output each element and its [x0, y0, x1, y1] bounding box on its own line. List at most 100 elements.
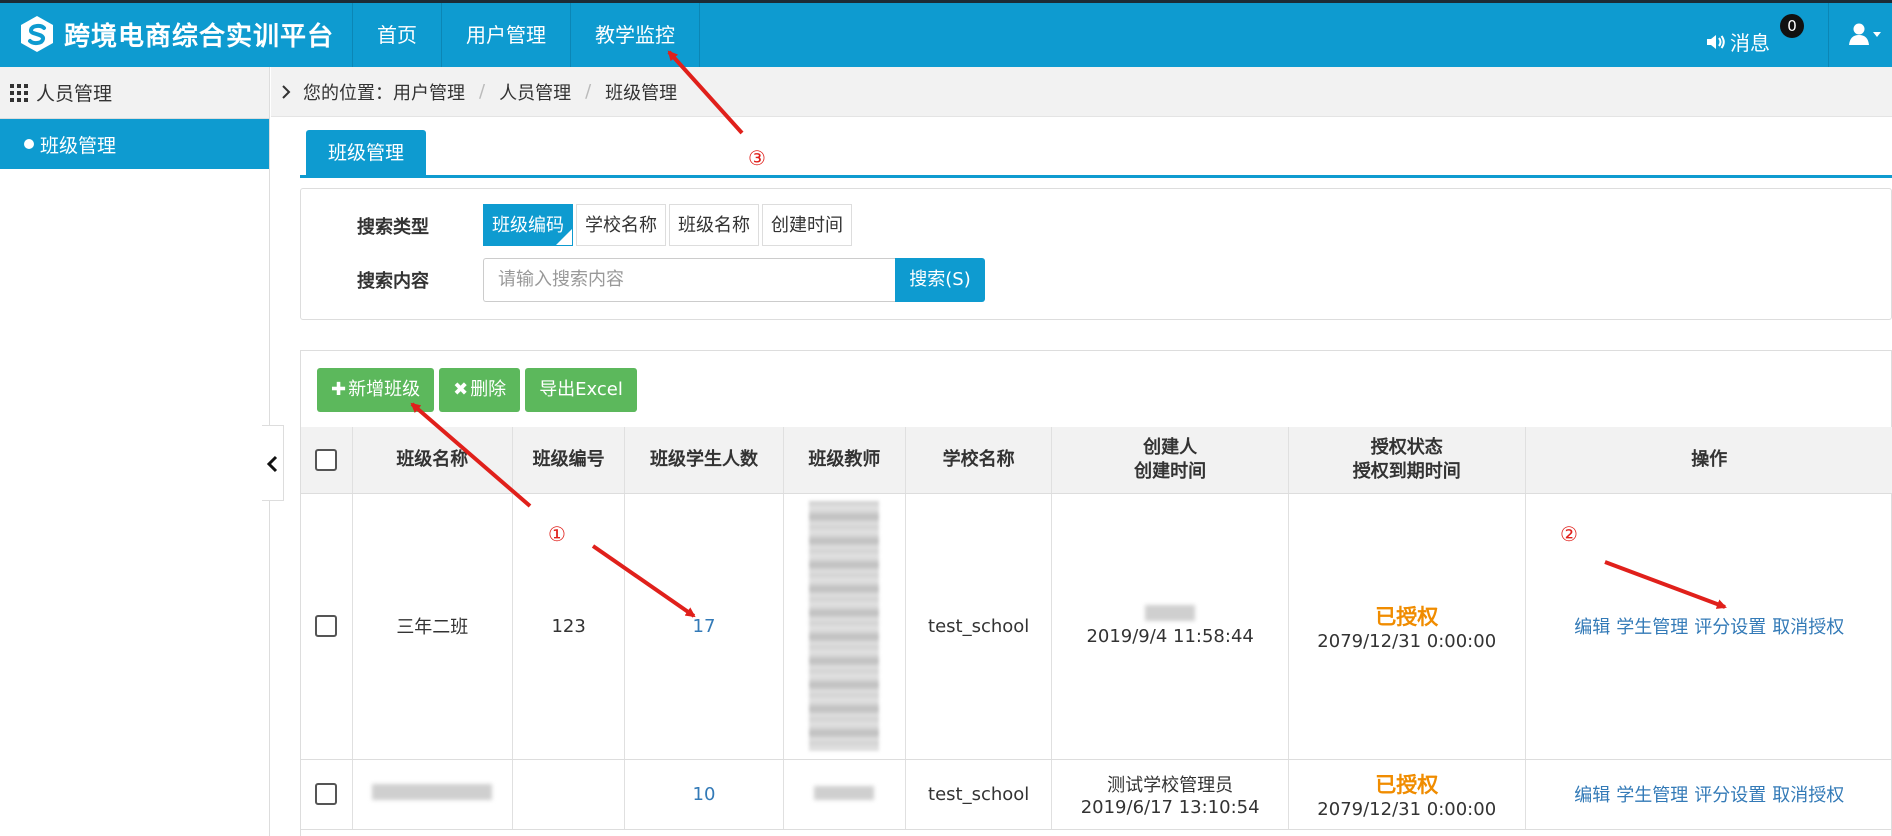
export-excel-button[interactable]: 导出Excel	[525, 368, 637, 412]
breadcrumb-item[interactable]: 用户管理	[393, 79, 465, 105]
cell-student-count: 10	[624, 759, 784, 830]
bullet-icon	[24, 139, 34, 149]
messages-button[interactable]: 消息	[1706, 27, 1770, 56]
col-expire-label: 授权到期时间	[1352, 460, 1461, 482]
annotation-marker-3: ③	[748, 146, 766, 170]
cell-school: test_school	[904, 759, 1052, 830]
col-teacher[interactable]: 班级教师	[782, 427, 906, 494]
student-management-link[interactable]: 学生管理	[1616, 617, 1688, 638]
search-type-class-code[interactable]: 班级编码	[483, 204, 573, 246]
toolbar: ✚ 新增班级 ✖ 删除 导出Excel	[317, 368, 642, 412]
table-row: 三年二班 123 17 test_school 2019/9/4 11:58:4…	[301, 493, 1892, 760]
revoke-auth-link[interactable]: 取消授权	[1772, 785, 1844, 806]
sidebar-title: 人员管理	[36, 83, 113, 105]
cell-teacher	[782, 759, 906, 830]
logo-text: 跨境电商综合实训平台	[64, 21, 335, 52]
add-class-button[interactable]: ✚ 新增班级	[317, 368, 435, 412]
score-settings-link[interactable]: 评分设置	[1694, 617, 1766, 638]
user-icon	[1849, 23, 1881, 45]
cell-ops: 编辑 学生管理 评分设置 取消授权	[1524, 759, 1892, 830]
col-student-count[interactable]: 班级学生人数	[624, 427, 784, 494]
search-button[interactable]: 搜索(S)	[895, 258, 985, 302]
auth-expire: 2079/12/31 0:00:00	[1317, 798, 1497, 820]
class-table: 班级名称 班级编号 班级学生人数 班级教师 学校名称 创建人 创建时间 授权状态…	[301, 427, 1892, 830]
edit-link[interactable]: 编辑	[1574, 785, 1610, 806]
creator-name: 测试学校管理员	[1107, 774, 1234, 796]
breadcrumb-item-current: 班级管理	[605, 82, 678, 104]
auth-status: 已授权	[1375, 604, 1439, 629]
annotation-marker-2: ②	[1560, 522, 1578, 546]
messages-count-badge: 0	[1780, 14, 1804, 38]
breadcrumb-item[interactable]: 人员管理	[499, 79, 571, 105]
add-class-label: 新增班级	[348, 379, 421, 400]
breadcrumb-separator: /	[585, 81, 592, 102]
cell-class-name: 三年二班	[351, 493, 513, 760]
sidebar-item-label: 班级管理	[40, 134, 117, 157]
main-nav: 首页 用户管理 教学监控	[352, 3, 700, 67]
tab-class-management[interactable]: 班级管理	[306, 130, 426, 175]
close-icon: ✖	[453, 379, 469, 400]
edit-link[interactable]: 编辑	[1574, 617, 1610, 638]
col-class-code[interactable]: 班级编号	[512, 427, 625, 494]
revoke-auth-link[interactable]: 取消授权	[1772, 617, 1844, 638]
breadcrumb-prefix: 您的位置：	[303, 82, 393, 104]
user-menu[interactable]	[1828, 3, 1892, 67]
search-type-school-name[interactable]: 学校名称	[576, 204, 666, 246]
col-creator-label: 创建人	[1143, 436, 1198, 458]
search-input[interactable]: 请输入搜索内容	[483, 258, 895, 302]
row-checkbox[interactable]	[315, 783, 338, 805]
search-content-label: 搜索内容	[357, 271, 429, 292]
select-all-checkbox[interactable]	[315, 448, 338, 471]
sidebar-collapse-toggle[interactable]	[262, 425, 284, 501]
redacted-creator	[1145, 605, 1196, 621]
auth-status: 已授权	[1375, 772, 1439, 797]
messages-label: 消息	[1730, 31, 1770, 55]
col-created-label: 创建时间	[1134, 460, 1207, 482]
col-class-name[interactable]: 班级名称	[351, 427, 513, 494]
nav-teaching-monitor[interactable]: 教学监控	[571, 3, 700, 67]
sidebar: 人员管理 班级管理	[0, 67, 270, 836]
nav-user-management[interactable]: 用户管理	[442, 3, 571, 67]
cell-auth: 已授权 2079/12/31 0:00:00	[1287, 493, 1526, 760]
search-type-created-time[interactable]: 创建时间	[762, 204, 852, 246]
logo-icon	[21, 16, 53, 52]
redacted-teacher	[814, 785, 875, 800]
cell-teacher	[782, 493, 906, 760]
plus-icon: ✚	[331, 379, 347, 400]
score-settings-link[interactable]: 评分设置	[1694, 785, 1766, 806]
chevron-right-icon	[282, 84, 291, 99]
col-school[interactable]: 学校名称	[904, 427, 1052, 494]
cell-student-count: 17	[624, 493, 784, 760]
student-count-link[interactable]: 10	[693, 784, 716, 805]
col-auth-label: 授权状态	[1370, 436, 1443, 458]
cell-auth: 已授权 2079/12/31 0:00:00	[1287, 759, 1526, 830]
cell-class-code: 123	[512, 493, 625, 760]
col-creator: 创建人 创建时间	[1051, 427, 1289, 494]
search-type-label-text: 班级编码	[492, 215, 564, 236]
logo[interactable]: 跨境电商综合实训平台	[18, 15, 334, 53]
search-panel: 搜索类型 班级编码 学校名称 班级名称 创建时间 搜索内容 请输入搜索内容 搜索…	[300, 188, 1892, 320]
sidebar-item-class-management[interactable]: 班级管理	[0, 119, 269, 169]
nav-home[interactable]: 首页	[352, 3, 442, 67]
sidebar-header[interactable]: 人员管理	[0, 67, 269, 119]
search-type-class-name[interactable]: 班级名称	[669, 204, 759, 246]
created-time: 2019/9/4 11:58:44	[1086, 626, 1254, 647]
cell-ops: 编辑 学生管理 评分设置 取消授权	[1524, 493, 1892, 760]
top-bar: 跨境电商综合实训平台 首页 用户管理 教学监控 消息 0	[0, 0, 1892, 67]
table-row: 10 test_school 测试学校管理员 2019/6/17 13:10:5…	[301, 759, 1892, 830]
auth-expire: 2079/12/31 0:00:00	[1317, 630, 1497, 652]
redacted-teacher	[809, 501, 880, 751]
student-management-link[interactable]: 学生管理	[1616, 785, 1688, 806]
col-ops: 操作	[1524, 427, 1892, 494]
redacted-class-name	[372, 783, 493, 800]
delete-button[interactable]: ✖ 删除	[439, 368, 521, 412]
row-select-cell	[301, 759, 353, 830]
grid-icon	[10, 83, 28, 102]
search-type-label: 搜索类型	[357, 217, 429, 238]
row-checkbox[interactable]	[315, 615, 338, 637]
selected-corner-icon	[556, 229, 572, 245]
table-header-row: 班级名称 班级编号 班级学生人数 班级教师 学校名称 创建人 创建时间 授权状态…	[301, 427, 1892, 494]
select-all-cell	[301, 427, 353, 494]
student-count-link[interactable]: 17	[693, 616, 716, 637]
chevron-left-icon	[266, 455, 278, 473]
